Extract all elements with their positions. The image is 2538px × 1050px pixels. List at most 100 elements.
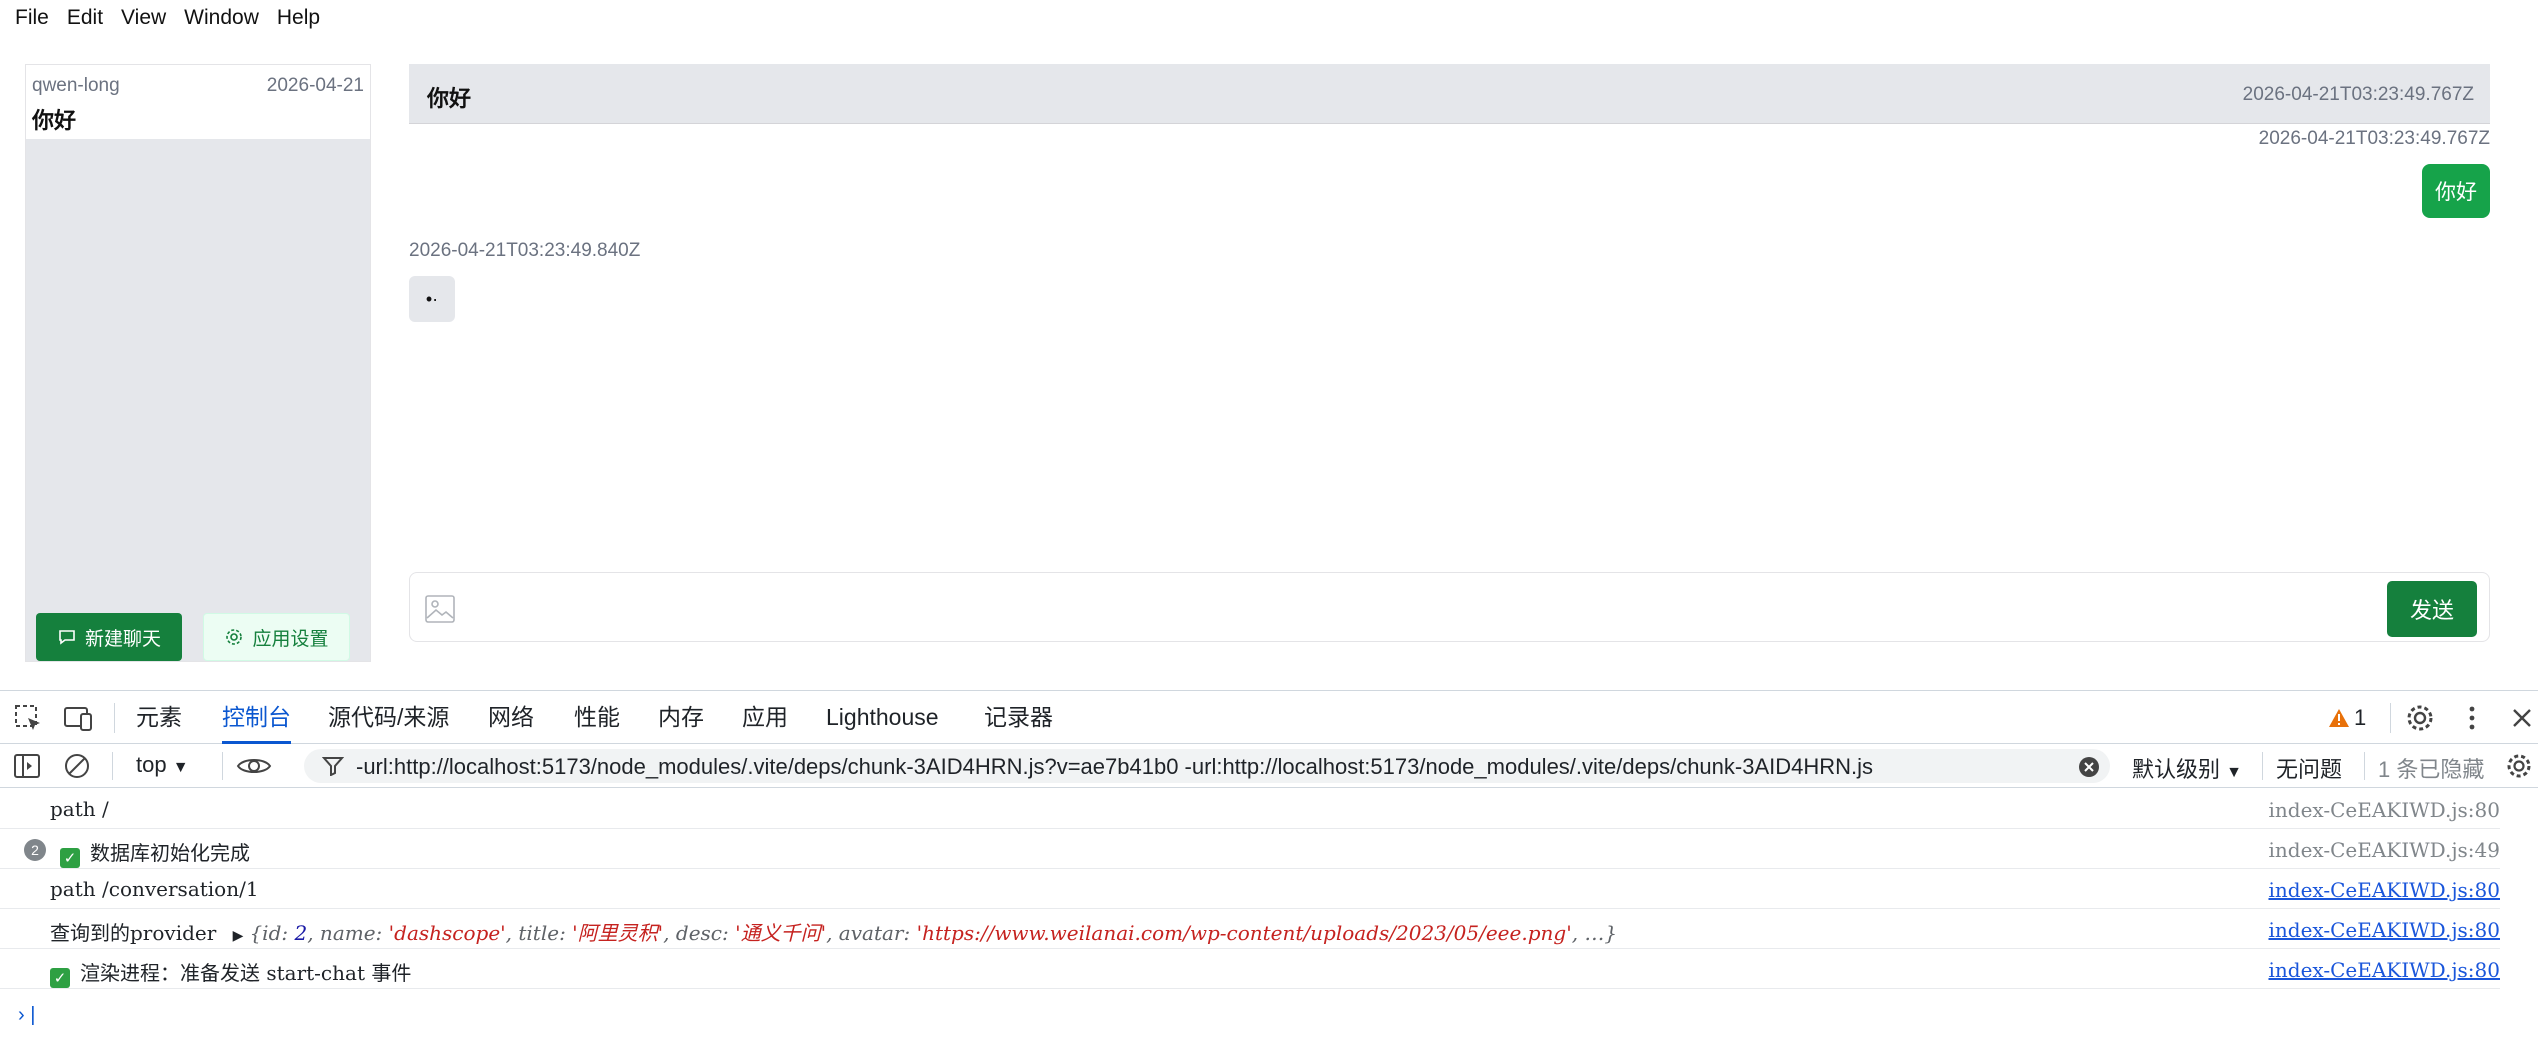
menu-edit[interactable]: Edit: [58, 0, 112, 36]
obj-value: 'dashscope': [388, 921, 506, 945]
check-icon: ✓: [60, 848, 80, 868]
repeat-count-badge: 2: [24, 839, 46, 861]
obj-key: , desc:: [663, 921, 736, 945]
log-text: 渲染进程：准备发送 start-chat 事件: [80, 961, 412, 985]
divider: [112, 752, 113, 780]
menu-bar: File Edit View Window Help: [0, 0, 2538, 36]
send-button[interactable]: 发送: [2387, 581, 2477, 637]
new-chat-button[interactable]: 新建聊天: [36, 613, 182, 661]
obj-id: 2: [294, 921, 308, 945]
check-icon: ✓: [50, 968, 70, 988]
tab-recorder[interactable]: 记录器: [984, 691, 1053, 744]
console-row: path /conversation/1 index-CeEAKIWD.js:8…: [0, 869, 2500, 909]
hidden-messages-count: 1 条已隐藏: [2378, 757, 2485, 782]
device-toolbar-icon[interactable]: [62, 702, 94, 734]
message-composer[interactable]: 发送: [409, 572, 2490, 642]
console-filter-bar: top ▼ -url:http://localhost:5173/node_mo…: [0, 744, 2538, 788]
tab-performance[interactable]: 性能: [574, 691, 620, 744]
user-message-bubble: 你好: [2422, 164, 2490, 218]
divider: [2364, 752, 2365, 780]
menu-file[interactable]: File: [6, 0, 58, 36]
app-settings-label: 应用设置: [252, 628, 329, 650]
tab-console[interactable]: 控制台: [222, 691, 291, 744]
tab-application[interactable]: 应用: [742, 691, 788, 744]
context-value: top: [136, 752, 167, 777]
menu-window[interactable]: Window: [175, 0, 268, 36]
console-settings-icon[interactable]: [2504, 751, 2534, 781]
tab-sources[interactable]: 源代码/来源: [328, 691, 449, 744]
ai-message-time: 2026-04-21T03:23:49.840Z: [409, 240, 641, 261]
sidebar: qwen-long 2026-04-21 你好 新建聊天 应用设置: [25, 64, 371, 662]
log-source-link[interactable]: index-CeEAKIWD.js:80: [2268, 878, 2500, 902]
log-level-select[interactable]: 默认级别 ▼: [2132, 752, 2242, 784]
tab-lighthouse[interactable]: Lighthouse: [826, 691, 939, 744]
obj-key: , title:: [505, 921, 573, 945]
log-message: 查询到的provider ▶ {id: 2, name: 'dashscope',…: [50, 917, 1617, 946]
log-message: ✓ 渲染进程：准备发送 start-chat 事件: [50, 957, 411, 988]
conversation-date: 2026-04-21: [266, 75, 364, 96]
settings-gear-icon[interactable]: [2404, 702, 2436, 734]
chat-title: 你好: [427, 86, 472, 111]
log-label: 查询到的provider: [50, 921, 217, 945]
obj-value: 'https://www.weilanai.com/wp-content/upl…: [916, 921, 1572, 945]
divider: [114, 703, 115, 733]
tab-elements[interactable]: 元素: [136, 691, 182, 744]
log-source: index-CeEAKIWD.js:49: [2268, 838, 2500, 862]
warnings-counter[interactable]: 1: [2328, 703, 2366, 733]
conversation-provider: qwen-long: [32, 75, 120, 96]
divider: [222, 752, 223, 780]
dropdown-arrow-icon: ▼: [172, 759, 189, 776]
tab-memory[interactable]: 内存: [658, 691, 704, 744]
log-text: path /: [50, 797, 109, 821]
clear-filter-icon[interactable]: [2078, 756, 2100, 778]
divider: [2390, 703, 2391, 733]
log-source-link[interactable]: index-CeEAKIWD.js:80: [2268, 958, 2500, 982]
eye-icon[interactable]: [236, 751, 272, 781]
log-text: path /conversation/1: [50, 877, 259, 901]
menu-help[interactable]: Help: [268, 0, 329, 36]
log-level-value: 默认级别: [2132, 757, 2221, 782]
console-filter-input[interactable]: -url:http://localhost:5173/node_modules/…: [304, 749, 2110, 783]
expand-arrow-icon[interactable]: ▶: [233, 928, 244, 944]
warning-icon: [2329, 709, 2349, 727]
obj-value: '阿里灵积': [572, 921, 664, 945]
sidebar-toggle-icon[interactable]: [12, 751, 42, 781]
console-prompt[interactable]: › |: [18, 1004, 35, 1027]
console-row: 2 ✓ 数据库初始化完成 index-CeEAKIWD.js:49: [0, 829, 2500, 869]
close-icon[interactable]: [2506, 702, 2538, 734]
image-upload-icon[interactable]: [424, 593, 456, 625]
context-select[interactable]: top ▼: [136, 752, 189, 778]
filter-text: -url:http://localhost:5173/node_modules/…: [356, 754, 1874, 779]
log-text: 数据库初始化完成: [90, 841, 250, 865]
log-message: ✓ 数据库初始化完成: [60, 837, 250, 868]
menu-view[interactable]: View: [112, 0, 175, 36]
warning-count: 1: [2354, 705, 2367, 730]
clear-console-icon[interactable]: [62, 751, 92, 781]
log-object[interactable]: {id: 2, name: 'dashscope', title: '阿里灵积'…: [249, 921, 1617, 945]
user-message-time: 2026-04-21T03:23:49.767Z: [2258, 128, 2490, 149]
obj-key: , name:: [307, 921, 389, 945]
filter-icon: [322, 757, 344, 776]
obj-key: , avatar:: [826, 921, 917, 945]
more-options-icon[interactable]: [2456, 702, 2488, 734]
chat-header-time: 2026-04-21T03:23:49.767Z: [2242, 84, 2474, 105]
gear-icon: [226, 629, 243, 645]
app-settings-button[interactable]: 应用设置: [203, 613, 350, 661]
issues-status[interactable]: 无问题: [2276, 752, 2342, 784]
conversation-item[interactable]: qwen-long 2026-04-21 你好: [26, 65, 370, 139]
new-chat-label: 新建聊天: [84, 628, 161, 650]
log-source-link[interactable]: index-CeEAKIWD.js:80: [2268, 918, 2500, 942]
console-row: path / index-CeEAKIWD.js:80: [0, 789, 2500, 829]
log-source: index-CeEAKIWD.js:80: [2268, 798, 2500, 822]
inspect-element-icon[interactable]: [12, 702, 44, 734]
obj-open: {id:: [249, 921, 295, 945]
divider: [2262, 752, 2263, 780]
tab-network[interactable]: 网络: [488, 691, 534, 744]
obj-close: , …}: [1571, 921, 1618, 945]
devtools-tab-bar: 元素 控制台 源代码/来源 网络 性能 内存 应用 Lighthouse 记录器…: [0, 691, 2538, 744]
obj-value: '通义千问': [735, 921, 827, 945]
chat-header: 你好 2026-04-21T03:23:49.767Z: [409, 64, 2490, 124]
chat-bubble-icon: [59, 630, 75, 645]
devtools-panel: 元素 控制台 源代码/来源 网络 性能 内存 应用 Lighthouse 记录器…: [0, 690, 2538, 1050]
conversation-title: 你好: [32, 108, 77, 133]
